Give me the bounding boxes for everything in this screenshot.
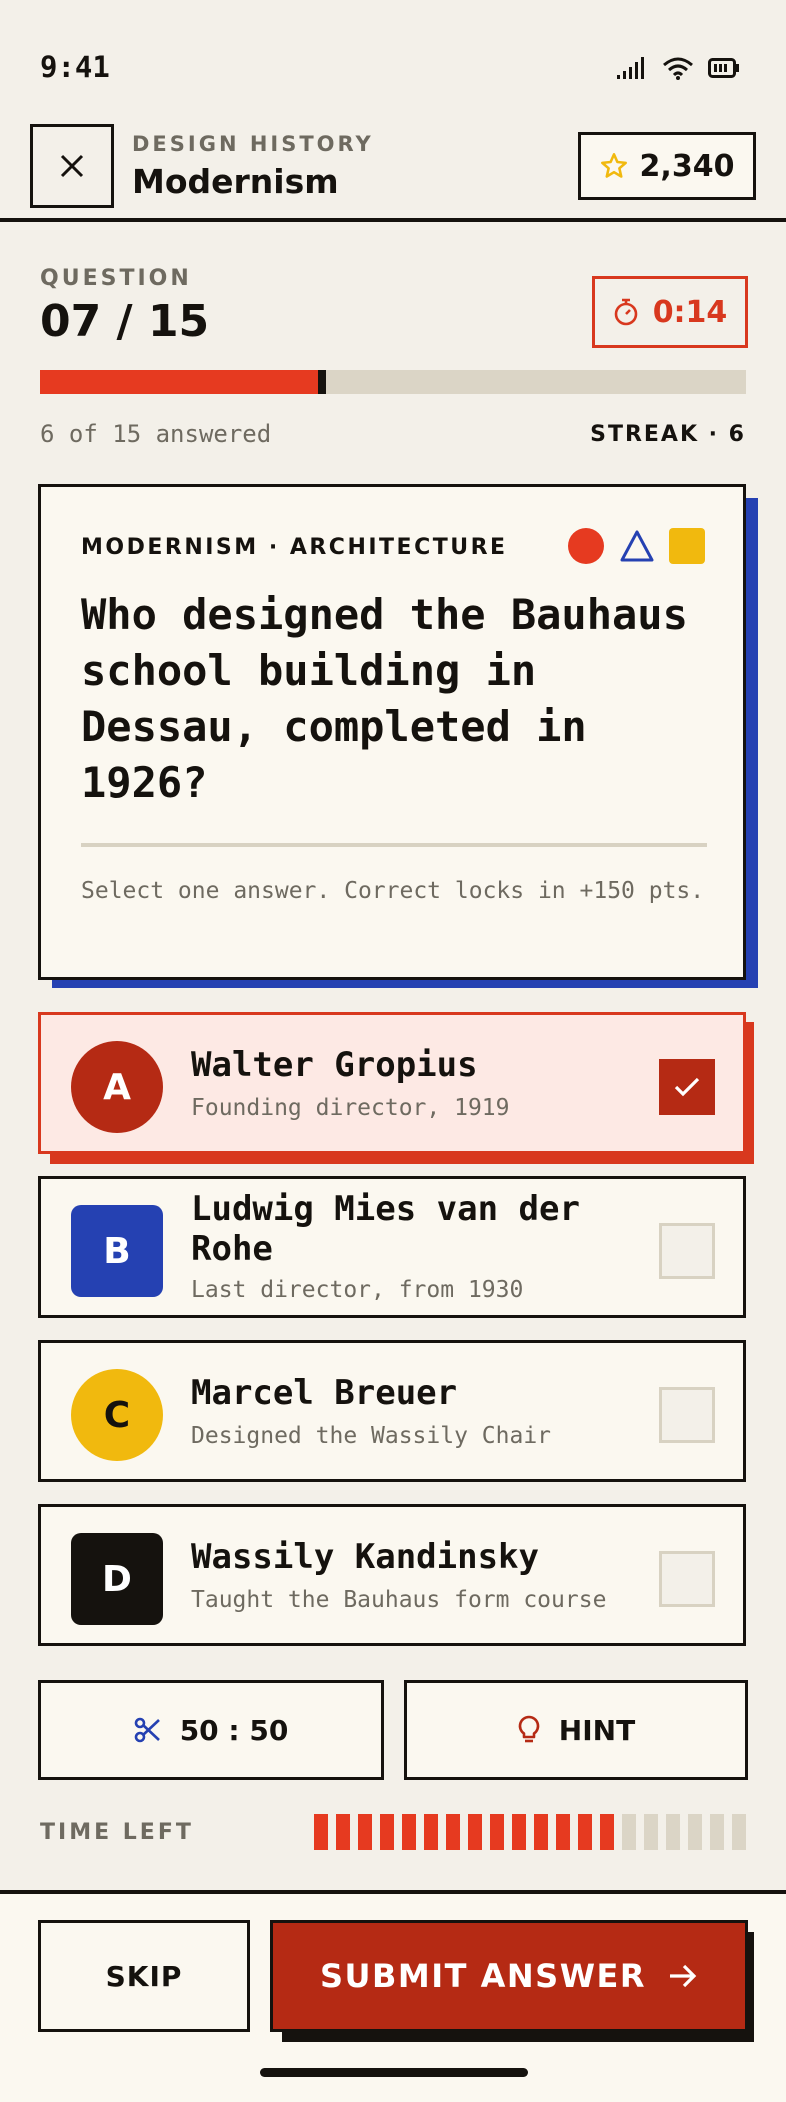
status-time: 9:41 <box>40 50 110 84</box>
header-eyebrow: DESIGN HISTORY <box>132 132 374 156</box>
option-title: Wassily Kandinsky <box>191 1537 539 1577</box>
yellow-square-icon <box>669 528 705 564</box>
scissors-icon <box>134 1717 160 1743</box>
option-letter-badge: C <box>71 1369 163 1461</box>
time-segment <box>468 1814 482 1850</box>
skip-button[interactable]: SKIP <box>38 1920 250 2032</box>
progress-bar <box>40 370 746 394</box>
option-subtitle: Designed the Wassily Chair <box>191 1423 552 1449</box>
time-segment <box>556 1814 570 1850</box>
home-indicator <box>260 2068 528 2077</box>
time-segment <box>710 1814 724 1850</box>
bauhaus-shapes <box>567 527 705 565</box>
time-segment <box>424 1814 438 1850</box>
time-segment <box>666 1814 680 1850</box>
question-help: Select one answer. Correct locks in +150… <box>81 878 705 904</box>
streak-counter: STREAK · 6 <box>590 422 746 447</box>
time-segment <box>732 1814 746 1850</box>
divider <box>81 843 707 847</box>
answer-option-a[interactable]: A Walter Gropius Founding director, 1919 <box>38 1012 746 1154</box>
progress-fill <box>40 370 318 394</box>
time-segment <box>380 1814 394 1850</box>
option-checkbox[interactable] <box>659 1387 715 1443</box>
time-segment <box>446 1814 460 1850</box>
option-checkbox[interactable] <box>659 1223 715 1279</box>
stopwatch-icon <box>614 298 637 326</box>
time-segment <box>358 1814 372 1850</box>
question-card: MODERNISM · ARCHITECTURE Who designed th… <box>38 484 746 980</box>
score-badge: 2,340 <box>578 132 756 200</box>
answer-option-c[interactable]: C Marcel Breuer Designed the Wassily Cha… <box>38 1340 746 1482</box>
time-segment <box>336 1814 350 1850</box>
hint-button[interactable]: HINT <box>404 1680 748 1780</box>
time-segment <box>402 1814 416 1850</box>
close-icon <box>60 154 84 178</box>
time-segment <box>644 1814 658 1850</box>
time-segment <box>578 1814 592 1850</box>
lightbulb-icon <box>518 1715 540 1743</box>
arrow-right-icon <box>670 1964 697 1988</box>
question-counter: 07 / 15 <box>40 296 210 347</box>
option-letter-badge: B <box>71 1205 163 1297</box>
score-value: 2,340 <box>639 148 735 184</box>
timer-value: 0:14 <box>652 294 728 330</box>
page-title: Modernism <box>132 162 339 201</box>
time-segment <box>314 1814 328 1850</box>
time-segment <box>622 1814 636 1850</box>
time-segment <box>534 1814 548 1850</box>
app-header: DESIGN HISTORY Modernism 2,340 <box>0 120 786 222</box>
option-title: Ludwig Mies van der Rohe <box>191 1189 580 1269</box>
submit-label: SUBMIT ANSWER <box>319 1957 647 1995</box>
answer-option-b[interactable]: B Ludwig Mies van der Rohe Last director… <box>38 1176 746 1318</box>
option-title: Walter Gropius <box>191 1045 478 1085</box>
time-left-meter <box>314 1814 746 1850</box>
option-checkbox[interactable] <box>659 1551 715 1607</box>
option-checkbox[interactable] <box>659 1059 715 1115</box>
option-subtitle: Taught the Bauhaus form course <box>191 1587 607 1613</box>
hint-label: HINT <box>558 1713 636 1747</box>
red-circle-icon <box>568 528 604 564</box>
battery-icon <box>708 58 739 78</box>
check-icon <box>674 1077 700 1097</box>
star-icon <box>600 153 627 178</box>
option-subtitle: Founding director, 1919 <box>191 1095 510 1121</box>
option-subtitle: Last director, from 1930 <box>191 1277 524 1303</box>
blue-triangle-icon <box>620 530 654 562</box>
option-title: Marcel Breuer <box>191 1373 458 1413</box>
time-segment <box>512 1814 526 1850</box>
submit-answer-button[interactable]: SUBMIT ANSWER <box>270 1920 748 2032</box>
progress-marker <box>318 370 326 394</box>
question-text: Who designed the Bauhaus school building… <box>81 590 688 807</box>
close-button[interactable] <box>30 124 114 208</box>
fifty-fifty-label: 50 : 50 <box>179 1713 289 1747</box>
time-segment <box>600 1814 614 1850</box>
time-segment <box>688 1814 702 1850</box>
fifty-fifty-button[interactable]: 50 : 50 <box>38 1680 384 1780</box>
option-letter-badge: D <box>71 1533 163 1625</box>
countdown-timer: 0:14 <box>592 276 748 348</box>
signal-icon <box>617 57 644 79</box>
wifi-icon <box>663 57 693 80</box>
time-left-label: TIME LEFT <box>40 1820 194 1845</box>
answered-count: 6 of 15 answered <box>40 420 272 448</box>
time-segment <box>490 1814 504 1850</box>
option-letter-badge: A <box>71 1041 163 1133</box>
question-category: MODERNISM · ARCHITECTURE <box>81 535 508 560</box>
status-bar: 9:41 <box>0 0 786 120</box>
answer-option-d[interactable]: D Wassily Kandinsky Taught the Bauhaus f… <box>38 1504 746 1646</box>
status-icons <box>616 56 740 80</box>
question-label: QUESTION <box>40 266 192 291</box>
